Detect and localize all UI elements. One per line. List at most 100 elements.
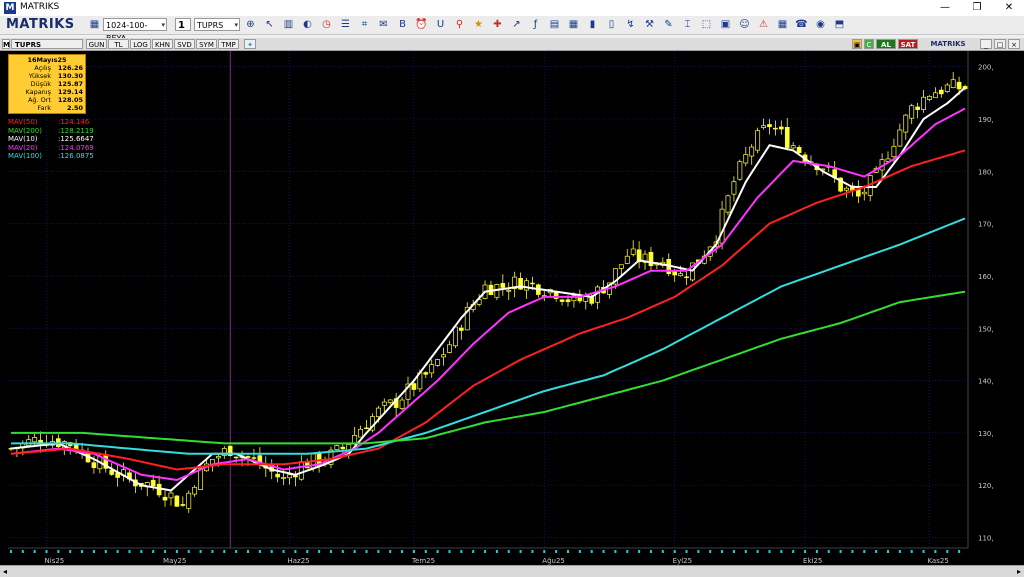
chart-option-khn[interactable]: KHN — [152, 39, 173, 49]
x-tick-mark — [448, 550, 451, 553]
twitter-icon[interactable]: ✦ — [244, 39, 256, 49]
candle-body-up — [903, 114, 909, 133]
candle-body-down — [767, 124, 772, 128]
scroll-left-icon[interactable]: ◂ — [0, 566, 10, 577]
ma-legend-row: MAV(100):126.0875 — [8, 152, 94, 161]
bold-icon[interactable]: ⏰ — [415, 18, 428, 31]
scroll-right-icon[interactable]: ▸ — [1014, 566, 1024, 577]
ruler-icon[interactable]: ⬚ — [700, 18, 713, 31]
star-icon[interactable]: ✚ — [491, 18, 504, 31]
candle-body-up — [298, 461, 304, 480]
candle-body-up — [387, 399, 393, 403]
phone-icon[interactable]: ◉ — [814, 18, 827, 31]
candle-body-up — [399, 399, 405, 409]
x-tick-mark — [436, 550, 439, 553]
info-label: Ağ. Ort — [27, 96, 51, 104]
list-icon[interactable]: ⌗ — [358, 18, 371, 31]
price-chart[interactable]: 110, 120, 130, 140, 150, 160, 170, 180, 190, 200,… — [0, 51, 1024, 576]
window-maximize-icon[interactable]: □ — [994, 39, 1006, 49]
chart-symbol-label[interactable]: TUPRS — [11, 39, 83, 49]
search-icon[interactable]: ★ — [472, 18, 485, 31]
chart-option-tl[interactable]: TL — [108, 39, 129, 49]
candle-body-down — [275, 473, 280, 478]
x-tick-mark — [780, 550, 783, 553]
candle-body-up — [932, 92, 938, 99]
email-icon[interactable]: B — [396, 18, 409, 31]
window-minimize-icon[interactable]: _ — [980, 39, 992, 49]
x-tick-mark — [721, 550, 724, 553]
restore-button[interactable]: ❐ — [962, 0, 992, 16]
chart-option-sym[interactable]: SYM — [196, 39, 217, 49]
table-icon[interactable]: ▦ — [567, 18, 580, 31]
candle-body-up — [891, 145, 897, 158]
candle-body-down — [180, 504, 186, 506]
sell-button[interactable]: SAT — [898, 39, 918, 49]
layout-icon[interactable]: ☺ — [738, 18, 751, 31]
symbol-select[interactable]: TUPRS ▾ — [194, 18, 240, 31]
grid-icon[interactable]: ▦ — [88, 18, 101, 31]
window-icon[interactable]: ▣ — [719, 18, 732, 31]
pen-icon[interactable]: ⌶ — [681, 18, 694, 31]
x-tick-mark — [768, 550, 771, 553]
zoom-icon[interactable]: ↖ — [263, 18, 276, 31]
window-close-icon[interactable]: × — [1008, 39, 1020, 49]
x-tick-mark — [401, 550, 404, 553]
buy-button[interactable]: AL — [876, 39, 896, 49]
matriks-logo: MATRIKS — [6, 17, 75, 32]
chart-icon[interactable]: ✉ — [377, 18, 390, 31]
clock-icon[interactable]: ☰ — [339, 18, 352, 31]
x-tick-mark — [756, 550, 759, 553]
chart-option-svd[interactable]: SVD — [174, 39, 195, 49]
function-icon[interactable]: ▤ — [548, 18, 561, 31]
ma-value: :128.2119 — [58, 126, 94, 135]
grid-icon[interactable]: ⊕ — [244, 18, 257, 31]
new-icon[interactable]: ↗ — [510, 18, 523, 31]
calculator-icon[interactable]: ▮ — [586, 18, 599, 31]
candle-body-up — [921, 96, 926, 110]
globe-icon[interactable]: ◷ — [320, 18, 333, 31]
candle-body-up — [32, 437, 38, 443]
x-tick-mark — [92, 550, 95, 553]
candle-body-up — [215, 456, 221, 459]
layout-select[interactable]: 1024-100-BEYA ▾ — [103, 18, 167, 43]
book-icon[interactable]: ▯ — [605, 18, 618, 31]
user-icon[interactable]: ⚠ — [757, 18, 770, 31]
camera-icon[interactable]: ⬒ — [833, 18, 846, 31]
x-tick-mark — [614, 550, 617, 553]
trend-icon[interactable]: ƒ — [529, 18, 542, 31]
symbol-select-value: TUPRS — [197, 21, 224, 30]
x-tick-mark — [81, 550, 84, 553]
magnet-icon[interactable]: ⚲ — [453, 18, 466, 31]
x-tick-mark — [709, 550, 712, 553]
file-icon[interactable]: ↯ — [624, 18, 637, 31]
chart-canvas[interactable]: 110, 120, 130, 140, 150, 160, 170, 180, 190, 200,… — [0, 51, 1024, 565]
close-button[interactable]: ✕ — [994, 0, 1024, 16]
x-tick-mark — [199, 550, 202, 553]
x-tick-mark — [223, 550, 226, 553]
chart-symbol-icon: M — [2, 39, 10, 49]
x-tick-mark — [958, 550, 961, 553]
x-tick-mark — [424, 550, 427, 553]
y-tick-label: 140, — [978, 378, 994, 386]
cursor-icon[interactable]: ▥ — [282, 18, 295, 31]
ma-line-mav100 — [11, 217, 966, 455]
chart-option-log[interactable]: LOG — [130, 39, 151, 49]
count-select[interactable]: 1 — [175, 18, 191, 31]
chart-option-tmp[interactable]: TMP — [218, 39, 239, 49]
x-tick-mark — [685, 550, 688, 553]
calendar-icon[interactable]: ☎ — [795, 18, 808, 31]
x-tick-mark — [175, 550, 178, 553]
refresh-icon[interactable]: C — [864, 39, 874, 49]
chart-scrollbar[interactable]: ◂ ▸ — [0, 565, 1024, 577]
warning-icon[interactable]: ▦ — [776, 18, 789, 31]
bar-chart-icon[interactable]: ◐ — [301, 18, 314, 31]
alarm-icon[interactable]: U — [434, 18, 447, 31]
minimize-button[interactable]: — — [930, 0, 960, 16]
info-value: 126.26 — [57, 64, 83, 72]
x-tick-mark — [472, 550, 475, 553]
tools-icon[interactable]: ✎ — [662, 18, 675, 31]
chart-option-gun[interactable]: GUN — [86, 39, 107, 49]
lock-icon[interactable]: ▣ — [852, 39, 862, 49]
candle-body-up — [725, 195, 731, 213]
chart-line-icon[interactable]: ⚒ — [643, 18, 656, 31]
